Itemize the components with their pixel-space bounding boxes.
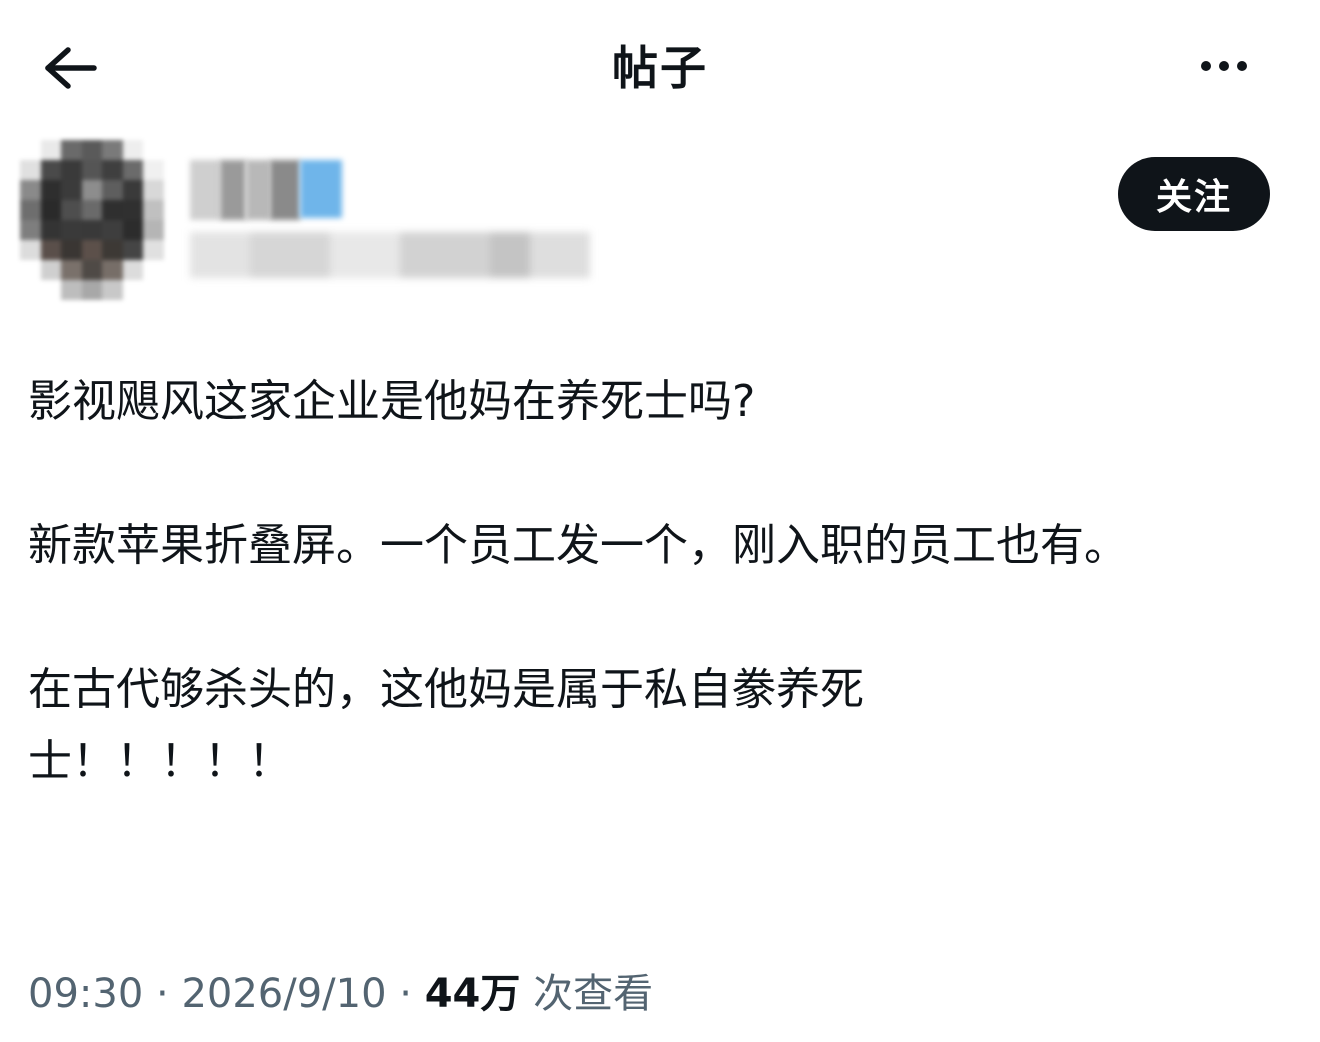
post-text: 影视飓风这家企业是他妈在养死士吗? 新款苹果折叠屏。一个员工发一个，刚入职的员工… — [28, 366, 1278, 798]
views-label: 次查看 — [533, 971, 654, 1017]
more-options-button[interactable] — [1188, 44, 1260, 88]
post-meta: 09:30 · 2026/9/10 · 44万 次查看 — [28, 962, 653, 1026]
top-bar: 帖子 — [0, 0, 1320, 132]
author-row: 关注 — [0, 120, 1320, 340]
post-date[interactable]: 2026/9/10 — [181, 971, 386, 1017]
more-horizontal-icon — [1197, 61, 1251, 71]
post-paragraph: 影视飓风这家企业是他妈在养死士吗? — [28, 376, 756, 427]
separator: · — [156, 971, 169, 1017]
post-detail-page: 帖子 关注 影视飓风这家企业是他妈在养死士吗? 新款苹果折叠屏。一个员工发一个，… — [0, 0, 1320, 1042]
page-title: 帖子 — [612, 41, 708, 95]
separator: · — [399, 971, 412, 1017]
post-time[interactable]: 09:30 — [28, 971, 143, 1017]
post-paragraph: 在古代够杀头的，这他妈是属于私自豢养死士！！！！！ — [28, 664, 864, 787]
handle-obscured — [190, 232, 590, 278]
verified-badge-icon — [300, 160, 342, 218]
avatar[interactable] — [20, 140, 164, 300]
follow-button[interactable]: 关注 — [1118, 157, 1270, 231]
views-count[interactable]: 44万 — [425, 971, 521, 1017]
post-paragraph: 新款苹果折叠屏。一个员工发一个，刚入职的员工也有。 — [28, 520, 1128, 571]
